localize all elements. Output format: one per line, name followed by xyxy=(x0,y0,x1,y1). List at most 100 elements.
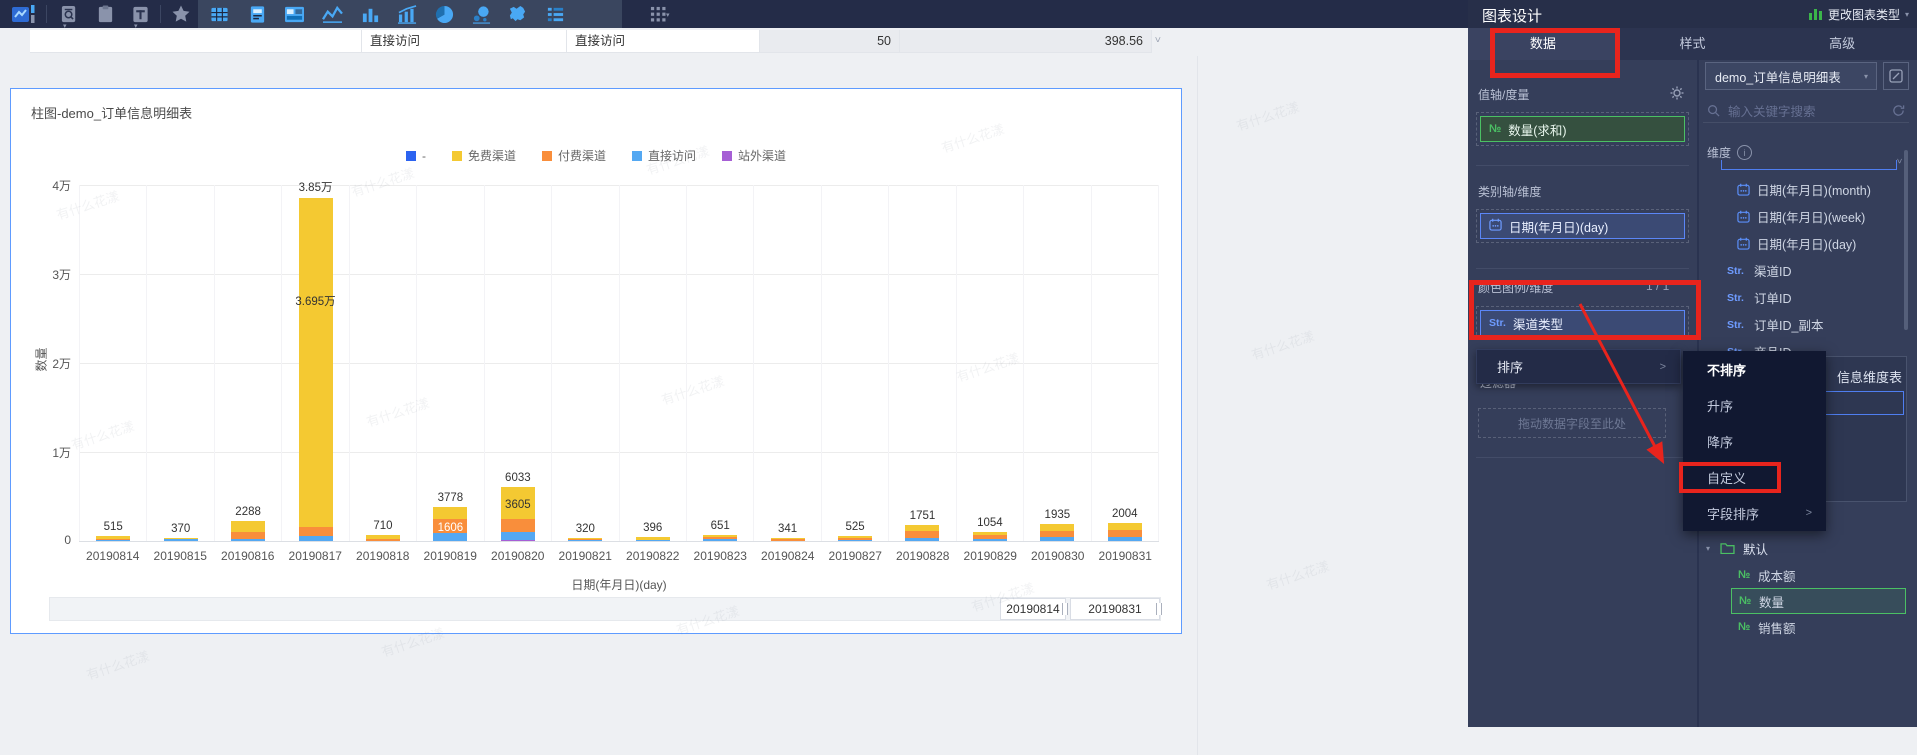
bar-chart-icon[interactable] xyxy=(357,4,383,24)
refresh-icon[interactable] xyxy=(1892,104,1905,117)
stacked-bar[interactable] xyxy=(365,534,400,541)
bar-segment-直接访问[interactable] xyxy=(500,531,535,540)
legend-item[interactable]: - xyxy=(405,147,426,164)
trend-chart-icon[interactable] xyxy=(394,4,420,24)
slider-end-box[interactable]: 20190831 xyxy=(1070,598,1162,620)
x-axis-label: 20190830 xyxy=(1031,549,1085,563)
bar-segment-直接访问[interactable] xyxy=(96,539,131,541)
stacked-bar[interactable] xyxy=(96,536,131,541)
measure-row-数量[interactable]: № 数量 xyxy=(1731,588,1906,614)
bar-segment-免费渠道[interactable] xyxy=(1040,523,1075,531)
bar-segment-直接访问[interactable] xyxy=(231,538,266,541)
gear-icon[interactable] xyxy=(1670,86,1684,105)
list-icon[interactable] xyxy=(542,4,568,24)
sort-menu-option[interactable]: 降序 xyxy=(1683,423,1826,459)
map-icon[interactable] xyxy=(504,4,530,24)
dimension-dropzone[interactable]: 日期(年月日)(day) xyxy=(1476,209,1689,243)
slider-start-handle[interactable] xyxy=(1062,603,1068,615)
dataset-edit-button[interactable] xyxy=(1883,62,1909,90)
stacked-bar[interactable] xyxy=(838,536,873,541)
dashboard-icon[interactable] xyxy=(281,4,307,24)
stacked-bar[interactable] xyxy=(972,531,1007,541)
tab-数据[interactable]: 数据 xyxy=(1468,28,1618,60)
bar-segment-付费渠道[interactable] xyxy=(365,538,400,541)
color-legend-dropzone[interactable]: Str. 渠道类型 xyxy=(1476,306,1689,340)
app-logo-icon[interactable] xyxy=(12,4,38,24)
stacked-bar[interactable] xyxy=(905,525,940,541)
info-icon[interactable]: i xyxy=(1737,145,1753,160)
field-row-渠道ID[interactable]: Str. 渠道ID xyxy=(1697,257,1917,284)
measure-row-销售额[interactable]: № 销售额 xyxy=(1697,614,1917,640)
bar-segment-付费渠道[interactable] xyxy=(770,539,805,541)
star-icon[interactable] xyxy=(168,4,194,24)
stacked-bar[interactable] xyxy=(500,487,535,541)
legend-item[interactable]: 直接访问 xyxy=(632,147,696,164)
field-row-订单ID_副本[interactable]: Str. 订单ID_副本 xyxy=(1697,311,1917,338)
bar-segment-免费渠道[interactable] xyxy=(1107,523,1142,530)
bar-segment-付费渠道[interactable] xyxy=(905,531,940,539)
bar-segment-付费渠道[interactable] xyxy=(298,527,333,537)
bar-segment-直接访问[interactable] xyxy=(972,538,1007,541)
dimension-chip[interactable]: 日期(年月日)(day) xyxy=(1480,213,1685,239)
drag-field-dropzone[interactable]: 拖动数据字段至此处 xyxy=(1478,408,1666,438)
bar-segment-站外渠道[interactable] xyxy=(500,539,535,541)
bubble-chart-icon[interactable] xyxy=(468,4,494,24)
slider-start-box[interactable]: 20190814 xyxy=(1000,598,1068,620)
page-icon[interactable] xyxy=(244,4,270,24)
field-row-订单ID[interactable]: Str. 订单ID xyxy=(1697,284,1917,311)
color-legend-chip[interactable]: Str. 渠道类型 xyxy=(1480,310,1685,336)
sort-menu-option[interactable]: 字段排序 > xyxy=(1683,495,1826,531)
stacked-bar[interactable] xyxy=(231,520,266,541)
bar-segment-免费渠道[interactable] xyxy=(298,198,333,528)
stacked-bar[interactable] xyxy=(568,538,603,541)
legend-item[interactable]: 站外渠道 xyxy=(722,147,786,164)
bar-chart-card[interactable]: 柱图-demo_订单信息明细表 - 免费渠道 付费渠道 直接访问 站外渠道 数量 4万 3… xyxy=(10,88,1182,634)
sort-menu-option[interactable]: 不排序 xyxy=(1683,351,1826,387)
date-range-slider[interactable]: 20190814 20190831 xyxy=(49,597,1162,621)
bar-segment-直接访问[interactable] xyxy=(635,539,670,541)
bar-segment-直接访问[interactable] xyxy=(298,536,333,541)
slider-end-handle[interactable] xyxy=(1156,603,1162,615)
measure-row-成本额[interactable]: № 成本额 xyxy=(1697,562,1917,588)
clipboard-icon[interactable] xyxy=(92,4,118,24)
field-row-日期(年月日)(month)[interactable]: 日期(年月日)(month) xyxy=(1697,176,1917,203)
measure-dropzone[interactable]: № 数量(求和) xyxy=(1476,112,1689,146)
stacked-bar[interactable] xyxy=(703,535,738,541)
sort-menu-option[interactable]: 升序 xyxy=(1683,387,1826,423)
measure-chip[interactable]: № 数量(求和) xyxy=(1480,116,1685,142)
stacked-bar[interactable] xyxy=(1107,523,1142,541)
bar-segment-直接访问[interactable] xyxy=(905,538,940,541)
stacked-bar[interactable] xyxy=(163,537,198,541)
field-row-日期(年月日)(week)[interactable]: 日期(年月日)(week) xyxy=(1697,203,1917,230)
legend-item[interactable]: 付费渠道 xyxy=(541,147,606,164)
stacked-bar[interactable] xyxy=(1040,523,1075,541)
sort-menu-item[interactable]: 排序 > xyxy=(1476,349,1681,384)
field-search-input[interactable]: 输入关键字搜索 xyxy=(1703,98,1909,123)
bar-segment-付费渠道[interactable] xyxy=(500,519,535,532)
bar-segment-直接访问[interactable] xyxy=(568,540,603,541)
stacked-bar[interactable] xyxy=(635,537,670,541)
pie-chart-icon[interactable] xyxy=(431,4,457,24)
bar-segment-直接访问[interactable] xyxy=(433,533,468,541)
bar-segment-免费渠道[interactable] xyxy=(231,520,266,533)
bar-segment-直接访问[interactable] xyxy=(703,539,738,541)
bar-segment-直接访问[interactable] xyxy=(1040,537,1075,541)
table-icon[interactable] xyxy=(206,4,232,24)
bar-segment-付费渠道[interactable] xyxy=(1107,529,1142,537)
bar-segment-直接访问[interactable] xyxy=(1107,537,1142,541)
stacked-bar[interactable] xyxy=(298,198,333,541)
bar-segment-直接访问[interactable] xyxy=(163,539,198,541)
scroll-down-icon[interactable]: > xyxy=(1151,37,1162,43)
report-search-icon[interactable] xyxy=(56,4,82,24)
dataset-select[interactable]: demo_订单信息明细表 ▾ xyxy=(1705,62,1877,90)
sort-menu-option[interactable]: 自定义 xyxy=(1683,459,1826,495)
text-icon[interactable] xyxy=(127,4,153,24)
bar-segment-免费渠道[interactable] xyxy=(433,507,468,519)
line-chart-icon[interactable] xyxy=(319,4,345,24)
field-row-日期(年月日)(day)[interactable]: 日期(年月日)(day) xyxy=(1697,230,1917,257)
measure-folder-row[interactable]: ▾ 默认 xyxy=(1697,536,1917,560)
bar-segment-直接访问[interactable] xyxy=(838,539,873,541)
scrollbar[interactable] xyxy=(1904,150,1908,330)
legend-item[interactable]: 免费渠道 xyxy=(451,147,516,164)
stacked-bar[interactable] xyxy=(770,537,805,541)
